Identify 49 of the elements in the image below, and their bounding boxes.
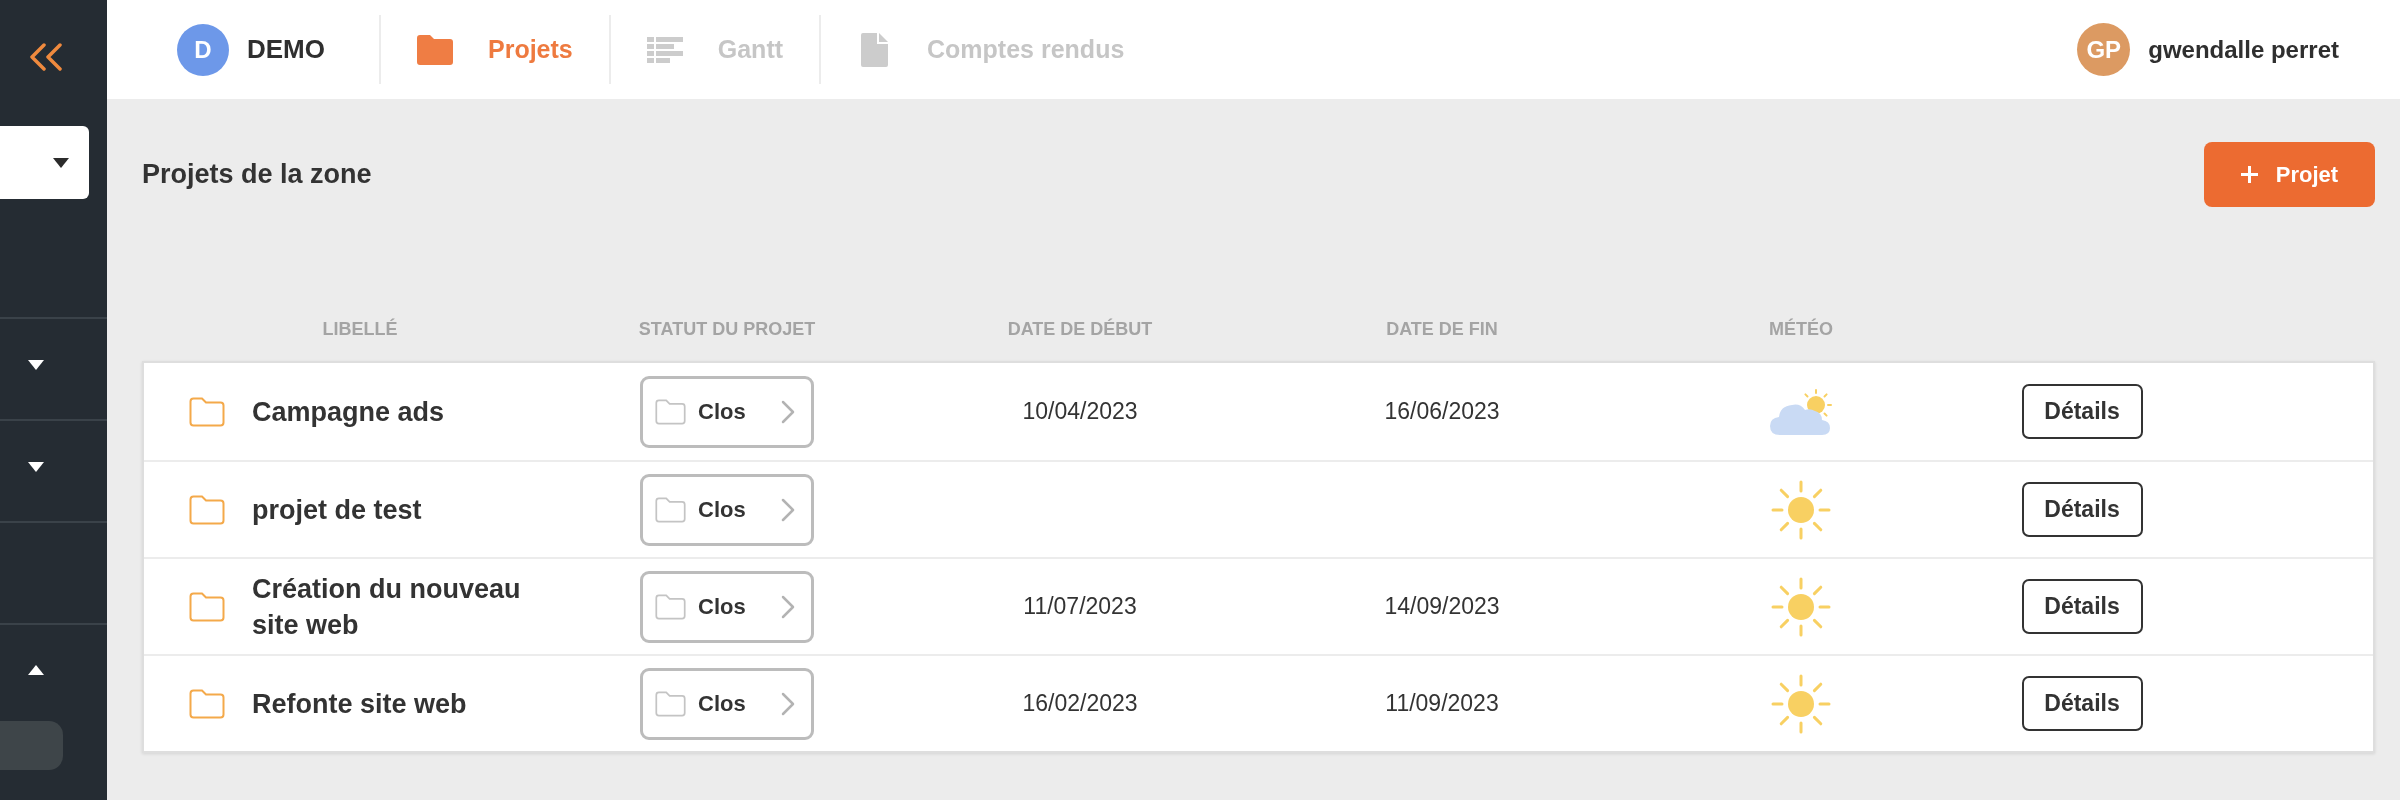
user-name: gwendalle perret — [2148, 34, 2339, 65]
folder-icon — [655, 593, 686, 620]
chevron-right-icon — [781, 691, 795, 716]
column-header: MÉTÉO — [1769, 317, 1833, 341]
chevron-right-icon — [781, 594, 795, 619]
folder-icon — [189, 494, 225, 525]
status-button[interactable]: Clos — [640, 570, 814, 643]
project-name: Campagne ads — [252, 395, 445, 429]
project-name: Création du nouveau site web — [252, 572, 522, 642]
folder-icon — [655, 690, 686, 717]
folder-icon — [417, 34, 453, 65]
end-date: 16/06/2023 — [1384, 397, 1500, 427]
start-date: 10/04/2023 — [1022, 397, 1138, 427]
chevron-right-icon — [781, 399, 795, 424]
double-chevron-left-icon[interactable] — [29, 43, 63, 71]
details-button[interactable]: Détails — [2021, 384, 2143, 439]
details-button[interactable]: Détails — [2021, 579, 2143, 634]
list-icon — [646, 36, 683, 63]
folder-icon — [189, 396, 225, 427]
start-date: 11/07/2023 — [1023, 592, 1137, 622]
end-date: 11/09/2023 — [1385, 689, 1499, 719]
chevron-right-icon — [781, 497, 795, 522]
folder-icon — [189, 591, 225, 622]
details-button[interactable]: Détails — [2021, 676, 2143, 731]
plus-icon — [2240, 166, 2258, 183]
dropdown-field[interactable] — [0, 126, 89, 199]
start-date: 16/02/2023 — [1022, 689, 1138, 719]
workspace-name: DEMO — [247, 33, 325, 66]
caret-up-icon[interactable] — [28, 665, 44, 675]
user-avatar: GP — [2077, 23, 2131, 76]
project-name: Refonte site web — [252, 687, 467, 721]
column-header: DATE DE FIN — [1386, 317, 1498, 341]
column-header: STATUT DU PROJET — [638, 317, 816, 341]
page-title: Projets de la zone — [142, 158, 372, 192]
end-date: 14/09/2023 — [1384, 592, 1500, 622]
caret-down-icon[interactable] — [28, 360, 44, 370]
status-button[interactable]: Clos — [640, 375, 814, 448]
status-button[interactable]: Clos — [640, 473, 814, 546]
folder-icon — [189, 688, 225, 719]
project-name: projet de test — [252, 493, 422, 527]
folder-icon — [655, 496, 686, 523]
workspace-avatar: D — [177, 23, 229, 76]
details-button[interactable]: Détails — [2021, 482, 2143, 537]
status-button[interactable]: Clos — [640, 667, 814, 740]
column-header: LIBELLÉ — [322, 317, 398, 341]
folder-icon — [655, 398, 686, 425]
column-header: DATE DE DÉBUT — [1007, 317, 1153, 341]
caret-down-icon[interactable] — [28, 462, 44, 472]
document-icon — [861, 32, 889, 67]
